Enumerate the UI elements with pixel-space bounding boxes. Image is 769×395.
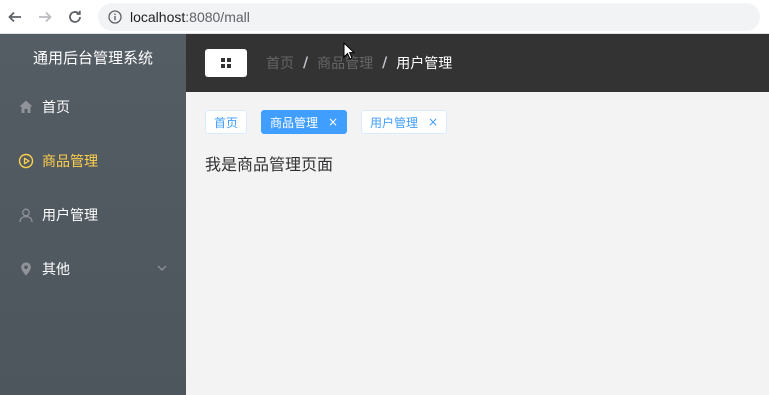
breadcrumb-separator: / <box>382 55 388 71</box>
tag-label: 商品管理 <box>270 115 319 130</box>
play-circle-icon <box>18 153 34 169</box>
sidebar-item-label: 首页 <box>42 100 70 116</box>
sidebar-item-home[interactable]: 首页 <box>0 80 186 134</box>
home-icon <box>18 99 34 115</box>
top-header: 首页 / 商品管理 / 用户管理 <box>186 34 769 92</box>
url-text: localhost:8080/mall <box>130 9 250 25</box>
info-icon[interactable] <box>108 9 122 24</box>
arrow-right-icon <box>39 11 52 22</box>
sidebar: 通用后台管理系统 首页 商品管理 用户管理 其他 <box>0 34 186 395</box>
sidebar-item-users[interactable]: 用户管理 <box>0 188 186 242</box>
url-host: localhost <box>130 8 186 25</box>
grid-icon <box>221 58 231 68</box>
arrow-left-icon <box>8 11 21 22</box>
tab-tags: 首页 商品管理 × 用户管理 × <box>205 110 461 134</box>
app-title: 通用后台管理系统 <box>32 48 153 67</box>
close-icon[interactable]: × <box>328 115 338 129</box>
user-icon <box>18 207 34 223</box>
breadcrumb: 首页 / 商品管理 / 用户管理 <box>266 53 452 73</box>
page-content-text: 我是商品管理页面 <box>205 155 334 174</box>
url-path: :8080/mall <box>185 8 250 25</box>
breadcrumb-item-home[interactable]: 首页 <box>266 53 294 73</box>
address-bar[interactable]: localhost:8080/mall <box>98 2 760 31</box>
breadcrumb-item-users: 用户管理 <box>396 56 453 72</box>
sidebar-item-products[interactable]: 商品管理 <box>0 134 186 188</box>
back-button[interactable] <box>0 2 30 32</box>
forward-button[interactable] <box>30 2 60 32</box>
reload-icon <box>69 10 81 23</box>
reload-button[interactable] <box>60 2 90 32</box>
mouse-cursor-icon <box>343 42 355 60</box>
location-icon <box>18 261 34 277</box>
sidebar-item-label: 商品管理 <box>42 154 98 170</box>
sidebar-item-other[interactable]: 其他 <box>0 242 186 296</box>
browser-toolbar: localhost:8080/mall <box>0 0 769 34</box>
chevron-down-icon <box>157 265 167 271</box>
tag-users[interactable]: 用户管理 × <box>361 110 448 134</box>
sidebar-item-label: 用户管理 <box>42 208 98 224</box>
tag-label: 用户管理 <box>370 115 419 130</box>
close-icon[interactable]: × <box>428 115 438 129</box>
tag-home[interactable]: 首页 <box>205 110 248 134</box>
tag-products[interactable]: 商品管理 × <box>261 110 348 134</box>
menu-toggle-button[interactable] <box>205 49 247 77</box>
main-content: 首页 商品管理 × 用户管理 × 我是商品管理页面 <box>186 92 769 395</box>
tag-label: 首页 <box>214 115 239 130</box>
sidebar-item-label: 其他 <box>42 262 70 278</box>
breadcrumb-separator: / <box>303 55 309 71</box>
